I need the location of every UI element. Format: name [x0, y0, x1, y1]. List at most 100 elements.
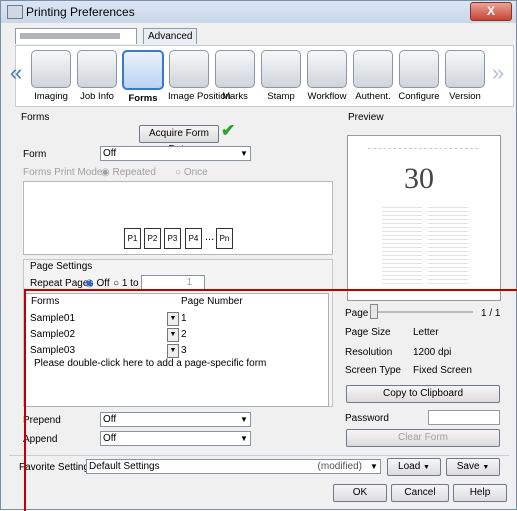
- forms-icon: [122, 50, 164, 90]
- page-slider-thumb[interactable]: [370, 304, 378, 319]
- password-label: Password: [345, 413, 389, 424]
- toolbar-version[interactable]: Version: [444, 50, 486, 106]
- password-field[interactable]: [428, 410, 500, 425]
- repeat-off-radio[interactable]: ◉ Off: [85, 278, 110, 289]
- save-button[interactable]: Save ▼: [446, 458, 500, 476]
- toolbar-forms[interactable]: Forms: [122, 50, 164, 106]
- page-number-cell: 3: [181, 345, 187, 356]
- repeat-pages-spinner[interactable]: 1: [141, 275, 205, 290]
- repeat-pages-label: Repeat Pages: [30, 278, 94, 289]
- toolbar-configure[interactable]: Configure: [398, 50, 440, 106]
- page-settings-label: Page Settings: [30, 261, 93, 272]
- form-label: Form: [23, 149, 47, 160]
- screen-type-label: Screen Type: [345, 365, 401, 376]
- stamp-icon: [261, 50, 301, 88]
- divider: [9, 455, 509, 456]
- page-p4: P4: [185, 228, 202, 249]
- page-number-cell: 2: [181, 329, 187, 340]
- chevron-down-icon[interactable]: ▼: [167, 344, 179, 358]
- chevron-down-icon: ▼: [423, 464, 430, 471]
- chevron-down-icon: ▼: [482, 464, 490, 471]
- toolbar-image-position[interactable]: Image Position: [168, 50, 231, 106]
- page-p3: P3: [164, 228, 181, 249]
- scroll-left-icon[interactable]: «: [10, 60, 22, 86]
- resolution-label: Resolution: [345, 347, 393, 358]
- preview-text-column: [428, 204, 468, 284]
- checkmark-icon: ✔: [221, 121, 236, 140]
- chevron-down-icon[interactable]: ▼: [167, 328, 179, 342]
- once-radio[interactable]: ○ Once: [175, 167, 208, 178]
- image-position-icon: [169, 50, 209, 88]
- window-title: Printing Preferences: [26, 5, 135, 19]
- prepend-select[interactable]: Off ▼: [100, 412, 251, 427]
- preview-text-column: [382, 204, 422, 284]
- screen-type-value: Fixed Screen: [413, 365, 472, 376]
- toolbar-imaging[interactable]: Imaging: [30, 50, 72, 106]
- printing-preferences-window: Printing Preferences X PS Advanced « » I…: [0, 0, 517, 511]
- column-header-page-number: Page Number: [181, 296, 243, 307]
- help-button[interactable]: Help: [453, 484, 507, 502]
- category-toolbar: « » Imaging Job Info Forms Image Positio…: [10, 45, 514, 107]
- toolbar-workflow[interactable]: Workflow: [306, 50, 348, 106]
- table-row[interactable]: Sample03: [30, 345, 75, 359]
- copy-to-clipboard-button[interactable]: Copy to Clipboard: [346, 385, 500, 403]
- repeat-1-to-radio[interactable]: ○ 1 to: [113, 278, 139, 289]
- preview-label: Preview: [348, 112, 384, 123]
- marks-icon: [215, 50, 255, 88]
- clear-form-button[interactable]: Clear Form: [346, 429, 500, 447]
- printer-icon: [7, 5, 23, 19]
- page-count: 1 / 1: [481, 308, 501, 319]
- preview-big-number: 30: [404, 162, 434, 195]
- prepend-label: Prepend: [23, 415, 61, 426]
- version-icon: [445, 50, 485, 88]
- page-size-value: Letter: [413, 327, 439, 338]
- table-row[interactable]: Sample02: [30, 329, 75, 343]
- chevron-down-icon: ▼: [240, 434, 248, 443]
- append-select[interactable]: Off ▼: [100, 431, 251, 446]
- load-button[interactable]: Load ▼: [387, 458, 441, 476]
- page-number-cell: 1: [181, 313, 187, 324]
- favorite-setting-label: Favorite Setting: [19, 462, 90, 473]
- page-label: Page: [345, 308, 369, 319]
- preview-page: 30: [347, 135, 501, 301]
- imaging-icon: [31, 50, 71, 88]
- table-row[interactable]: Sample01: [30, 313, 75, 327]
- tab-advanced[interactable]: Advanced: [143, 28, 197, 44]
- configure-icon: [399, 50, 439, 88]
- toolbar-stamp[interactable]: Stamp: [260, 50, 302, 106]
- pages-diagram: P1 P2 P3 P4 ... Pn: [23, 181, 333, 255]
- workflow-icon: [307, 50, 347, 88]
- resolution-value: 1200 dpi: [413, 347, 452, 358]
- job-info-icon: [77, 50, 117, 88]
- ok-button[interactable]: OK: [333, 484, 387, 502]
- toolbar-job-info[interactable]: Job Info: [76, 50, 118, 106]
- page-pn: Pn: [216, 228, 233, 249]
- form-select[interactable]: Off ▼: [100, 146, 251, 161]
- chevron-down-icon[interactable]: ▼: [167, 312, 179, 326]
- title-bar: Printing Preferences X: [1, 1, 516, 23]
- annotation-line: [24, 289, 26, 511]
- pages-ellipsis: ...: [205, 231, 215, 243]
- chevron-down-icon: ▼: [370, 462, 378, 471]
- scroll-right-icon[interactable]: »: [492, 60, 504, 86]
- toolbar-authentication[interactable]: Authent.: [352, 50, 394, 106]
- page-slider-track[interactable]: [371, 311, 473, 313]
- tab-ps[interactable]: PS: [15, 28, 137, 57]
- authentication-icon: [353, 50, 393, 88]
- close-button[interactable]: X: [470, 2, 512, 21]
- acquire-form-data-button[interactable]: Acquire Form Data: [139, 125, 219, 155]
- page-p2: P2: [144, 228, 161, 249]
- chevron-down-icon: ▼: [240, 149, 248, 158]
- forms-section-label: Forms: [21, 112, 50, 123]
- cancel-button[interactable]: Cancel: [391, 484, 449, 502]
- repeated-radio[interactable]: ◉ Repeated: [101, 167, 156, 178]
- column-header-forms: Forms: [31, 296, 60, 307]
- page-p1: P1: [124, 228, 141, 249]
- toolbar-marks[interactable]: Marks: [214, 50, 256, 106]
- page-forms-table[interactable]: Forms Page Number Sample01 ▼ 1 Sample02 …: [25, 293, 329, 407]
- modified-status: (modified): [317, 461, 362, 472]
- favorite-setting-select[interactable]: Default Settings (modified) ▼: [86, 459, 381, 474]
- annotation-line: [24, 289, 517, 291]
- append-label: Append: [23, 434, 58, 445]
- add-form-hint[interactable]: Please double-click here to add a page-s…: [34, 358, 266, 372]
